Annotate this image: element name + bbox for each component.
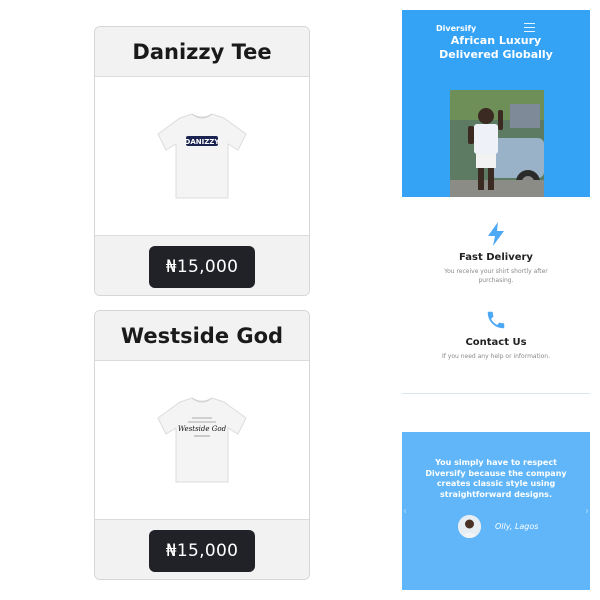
hero-title-line2: Delivered Globally (439, 48, 553, 61)
hero-title: African Luxury Delivered Globally (402, 34, 590, 62)
product-image[interactable]: DANIZZY (95, 77, 309, 235)
feature-fast-delivery: Fast Delivery You receive your shirt sho… (402, 222, 590, 285)
hero-title-line1: African Luxury (450, 34, 542, 47)
feature-text: You receive your shirt shortly after pur… (444, 268, 548, 284)
phone-icon (487, 311, 505, 329)
product-card-footer: ₦15,000 (95, 235, 309, 295)
tshirt-print-text: DANIZZY (185, 138, 221, 146)
feature-contact-us[interactable]: Contact Us If you need any help or infor… (402, 309, 590, 361)
author-name: Olly, Lagos (495, 522, 539, 531)
hero-photo (450, 90, 544, 197)
testimonial-quote: You simply have to respect Diversify bec… (425, 458, 567, 499)
feature-text: If you need any help or information. (441, 353, 551, 360)
testimonial-author: Olly, Lagos (458, 515, 538, 538)
brand-logo[interactable]: Diversify (436, 24, 476, 33)
price-label: ₦15,000 (165, 256, 239, 277)
product-image[interactable]: Westside God (95, 361, 309, 519)
product-card-header: Westside God (95, 311, 309, 361)
price-button[interactable]: ₦15,000 (149, 245, 255, 288)
page-canvas: Danizzy Tee DANIZZY ₦15,000 Westside God (0, 0, 600, 600)
feature-title: Fast Delivery (459, 252, 533, 263)
hamburger-icon[interactable] (524, 23, 535, 32)
tshirt-image: Westside God (157, 397, 247, 483)
product-title: Westside God (120, 323, 284, 348)
prev-arrow-icon[interactable]: ‹ (403, 506, 407, 517)
hero-section: Diversify African Luxury Delivered Globa… (402, 10, 590, 197)
mobile-preview: Diversify African Luxury Delivered Globa… (402, 10, 590, 590)
feature-title: Contact Us (465, 337, 527, 348)
price-label: ₦15,000 (165, 540, 239, 561)
price-button[interactable]: ₦15,000 (149, 529, 255, 572)
lightning-icon (488, 222, 504, 246)
next-arrow-icon[interactable]: › (585, 506, 589, 517)
product-card-footer: ₦15,000 (95, 519, 309, 579)
product-card-westside-god[interactable]: Westside God Westside God ₦15,000 (94, 310, 310, 580)
section-divider (402, 393, 590, 394)
product-card-danizzy-tee[interactable]: Danizzy Tee DANIZZY ₦15,000 (94, 26, 310, 296)
product-card-header: Danizzy Tee (95, 27, 309, 77)
testimonial-section: ‹ You simply have to respect Diversify b… (402, 432, 590, 590)
tshirt-print-text: Westside God (178, 425, 227, 433)
tshirt-image: DANIZZY (157, 113, 247, 199)
product-title: Danizzy Tee (132, 39, 272, 64)
avatar (458, 515, 481, 538)
